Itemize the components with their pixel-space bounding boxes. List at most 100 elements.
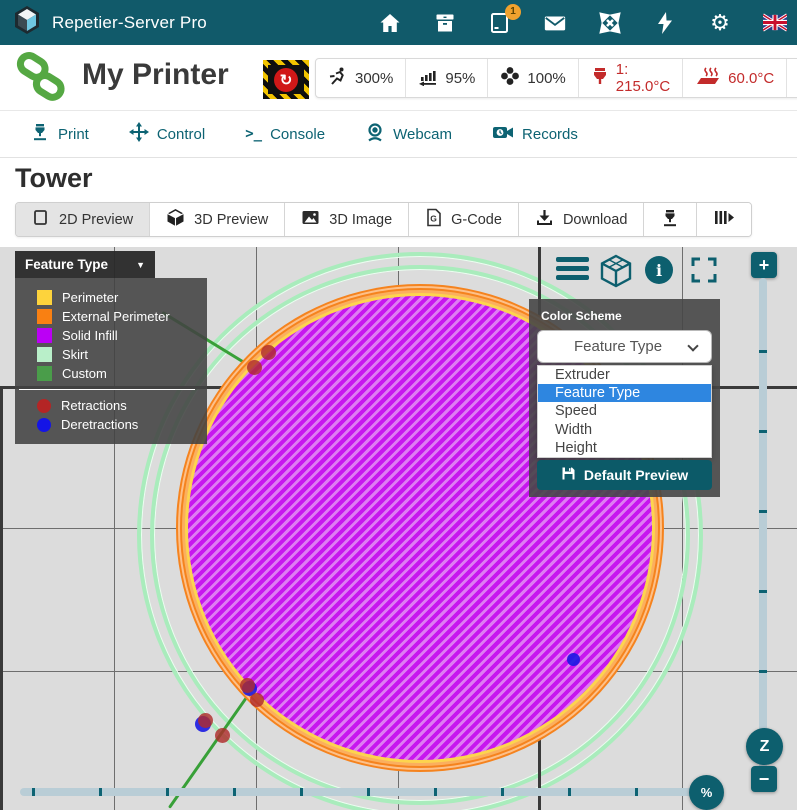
heated-bed-icon: [695, 66, 721, 90]
color-swatch: [37, 366, 52, 381]
fan-icon: [500, 66, 520, 90]
tab-records[interactable]: Records: [492, 122, 578, 146]
retraction-dot: [247, 360, 262, 375]
info-icon[interactable]: i: [645, 256, 673, 284]
color-swatch: [37, 347, 52, 362]
runner-icon: [328, 66, 348, 90]
expand-arrows-icon[interactable]: [598, 11, 622, 35]
bed-temp-button[interactable]: 60.0°C: [682, 59, 786, 97]
tab-console[interactable]: >_ Console: [245, 126, 325, 143]
tab-control[interactable]: Control: [129, 122, 205, 146]
view-gcode-button[interactable]: G G-Code: [408, 203, 518, 236]
square-outline-icon: [32, 209, 50, 231]
printer-menu-button[interactable]: [786, 59, 797, 97]
legend-body: Perimeter External Perimeter Solid Infil…: [15, 278, 207, 444]
legend-header[interactable]: Feature Type ▼: [15, 251, 155, 278]
default-preview-label: Default Preview: [584, 467, 688, 483]
fan-speed-button[interactable]: 100%: [487, 59, 577, 97]
option-width[interactable]: Width: [538, 421, 711, 439]
zoom-in-button[interactable]: +: [751, 252, 777, 278]
legend-marker: Retractions: [15, 396, 207, 415]
horizontal-progress-slider[interactable]: [20, 788, 702, 796]
view-2d-preview-button[interactable]: 2D Preview: [16, 203, 149, 236]
legend-item-label: External Perimeter: [62, 309, 170, 324]
console-icon: >_: [245, 126, 262, 142]
printer-nozzle-icon: [660, 208, 680, 232]
speed-multiplier-button[interactable]: 300%: [316, 59, 405, 97]
legend-marker: Deretractions: [15, 415, 207, 434]
home-icon[interactable]: [378, 11, 402, 35]
mail-icon[interactable]: [543, 11, 567, 35]
layers-play-button[interactable]: [696, 203, 751, 236]
slider-tick: [759, 670, 767, 673]
color-scheme-select[interactable]: Feature Type: [537, 330, 712, 363]
tab-webcam-label: Webcam: [393, 126, 452, 143]
repetier-logo-icon: [12, 5, 42, 40]
percent-button[interactable]: %: [689, 775, 724, 810]
view-buttons: 2D Preview 3D Preview 3D Image G: [15, 202, 752, 237]
slider-tick: [635, 788, 638, 796]
retraction-dot: [240, 678, 255, 693]
vertical-zoom-slider[interactable]: [759, 278, 767, 785]
speed-value: 300%: [355, 70, 393, 87]
slider-tick: [99, 788, 102, 796]
fan-value: 100%: [527, 70, 565, 87]
view-3d-image-button[interactable]: 3D Image: [284, 203, 408, 236]
webcam-icon: [365, 122, 385, 146]
extruder-temp-value: 1: 215.0°C: [616, 61, 670, 95]
flow-bars-icon: [418, 66, 438, 90]
fullscreen-icon[interactable]: [690, 256, 718, 289]
view-3d-preview-button[interactable]: 3D Preview: [149, 203, 284, 236]
retraction-dot: [198, 713, 213, 728]
legend-divider: [19, 389, 195, 390]
slider-tick: [759, 510, 767, 513]
color-scheme-title: Color Scheme: [529, 299, 720, 323]
slider-tick: [166, 788, 169, 796]
legend-item: External Perimeter: [15, 307, 207, 326]
legend-marker-label: Deretractions: [61, 417, 138, 432]
printer-tabs: Print Control >_ Console Webcam: [0, 110, 797, 158]
bed-axis-left: [0, 386, 3, 810]
default-preview-button[interactable]: Default Preview: [537, 460, 712, 490]
canvas-menu-icon[interactable]: [556, 257, 589, 280]
tab-console-label: Console: [270, 126, 325, 143]
canvas-3d-cube-icon[interactable]: [598, 253, 634, 294]
download-button[interactable]: Download: [518, 203, 644, 236]
preview-canvas[interactable]: Feature Type ▼ Perimeter External Perime…: [0, 247, 797, 810]
tab-print[interactable]: Print: [30, 122, 89, 146]
language-flag-icon[interactable]: [763, 11, 787, 35]
retraction-dot: [250, 693, 264, 707]
chevron-down-icon: [687, 340, 698, 351]
zoom-out-button[interactable]: −: [751, 766, 777, 792]
cube-icon: [166, 208, 185, 231]
download-label: Download: [563, 212, 628, 228]
option-height[interactable]: Height: [538, 439, 711, 457]
option-speed[interactable]: Speed: [538, 402, 711, 420]
archive-box-icon[interactable]: [433, 11, 457, 35]
slider-tick: [501, 788, 504, 796]
extruder-temp-button[interactable]: 1: 215.0°C: [578, 59, 682, 97]
brand[interactable]: Repetier-Server Pro: [0, 5, 207, 40]
records-camera-icon: [492, 122, 514, 146]
flow-multiplier-button[interactable]: 95%: [405, 59, 487, 97]
printer-name: My Printer: [82, 58, 229, 92]
slider-tick: [434, 788, 437, 796]
settings-gear-icon[interactable]: ⚙: [708, 11, 732, 35]
tab-print-label: Print: [58, 126, 89, 143]
z-layer-button[interactable]: Z: [746, 728, 783, 765]
slider-tick: [759, 430, 767, 433]
svg-text:G: G: [430, 214, 437, 224]
reprint-button[interactable]: [643, 203, 696, 236]
tab-webcam[interactable]: Webcam: [365, 122, 452, 146]
power-bolt-icon[interactable]: [653, 11, 677, 35]
app-title: Repetier-Server Pro: [52, 13, 207, 33]
option-feature-type[interactable]: Feature Type: [538, 384, 711, 402]
layers-play-icon: [713, 208, 735, 231]
view-3d-image-label: 3D Image: [329, 212, 392, 228]
legend-item-label: Custom: [62, 366, 107, 381]
emergency-stop-button[interactable]: ↻: [263, 60, 309, 99]
option-extruder[interactable]: Extruder: [538, 366, 711, 384]
printer-messages-icon[interactable]: 1: [488, 11, 512, 35]
slider-tick: [233, 788, 236, 796]
retraction-dot: [261, 345, 276, 360]
